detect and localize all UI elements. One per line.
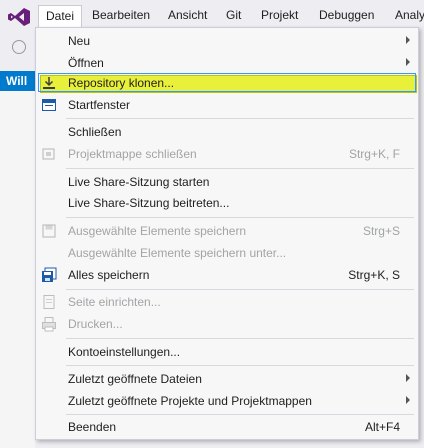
menu-item-label: Ausgewählte Elemente speichern (68, 224, 247, 238)
menu-item-label: Live Share-Sitzung starten (68, 175, 210, 189)
menu-item-auswahl-speichern[interactable]: Ausgewählte Elemente speichern Strg+S (36, 220, 418, 242)
menu-item-label: Neu (68, 34, 91, 48)
menu-item-label: Kontoeinstellungen... (68, 345, 181, 359)
menu-item-projektmappe-schliessen[interactable]: Projektmappe schließen Strg+K, F (36, 143, 418, 165)
menu-separator (66, 118, 414, 119)
save-all-icon (42, 267, 57, 282)
menu-item-beenden[interactable]: Beenden Alt+F4 (36, 416, 418, 438)
menu-git[interactable]: Git (219, 5, 248, 26)
submenu-arrow-icon (406, 58, 410, 66)
menu-item-repository-klonen[interactable]: Repository klonen... (36, 72, 418, 94)
menu-item-drucken[interactable]: Drucken... (36, 313, 418, 335)
print-icon (42, 317, 56, 332)
menu-item-seite-einrichten[interactable]: Seite einrichten... (36, 291, 418, 313)
submenu-arrow-icon (406, 396, 410, 404)
menu-item-label: Beenden (68, 420, 117, 434)
menu-item-zuletzt-projekte[interactable]: Zuletzt geöffnete Projekte und Projektma… (36, 390, 418, 412)
menu-separator (66, 168, 414, 169)
page-setup-icon (43, 295, 55, 309)
menu-item-label: Öffnen (68, 56, 104, 70)
start-window-icon (42, 99, 56, 111)
menu-item-label: Zuletzt geöffnete Projekte und Projektma… (68, 394, 312, 408)
menu-item-label: Seite einrichten... (68, 295, 161, 309)
back-navigation-icon[interactable] (12, 40, 26, 54)
menu-item-shortcut: Alt+F4 (364, 420, 400, 434)
menu-item-kontoeinstellungen[interactable]: Kontoeinstellungen... (36, 341, 418, 363)
menu-item-alles-speichern[interactable]: Alles speichern Strg+K, S (36, 264, 418, 286)
menu-separator (66, 289, 414, 290)
close-solution-icon (42, 148, 55, 160)
menu-item-label: Schließen (68, 125, 122, 139)
menu-ansicht[interactable]: Ansicht (161, 5, 214, 26)
menu-item-label: Projektmappe schließen (68, 147, 197, 161)
menu-item-live-share-beitreten[interactable]: Live Share-Sitzung beitreten... (36, 192, 418, 214)
menu-debuggen[interactable]: Debuggen (312, 5, 381, 26)
menu-projekt[interactable]: Projekt (254, 5, 305, 26)
menu-item-startfenster[interactable]: Startfenster (36, 94, 418, 116)
submenu-arrow-icon (406, 374, 410, 382)
menu-item-auswahl-speichern-unter[interactable]: Ausgewählte Elemente speichern unter... (36, 242, 418, 264)
background-panel (0, 91, 35, 448)
visual-studio-logo-icon[interactable] (8, 8, 30, 26)
menu-bearbeiten[interactable]: Bearbeiten (85, 5, 157, 26)
menu-item-shortcut: Strg+S (362, 224, 400, 238)
start-window-tab[interactable]: Will (0, 71, 35, 91)
menu-item-zuletzt-dateien[interactable]: Zuletzt geöffnete Dateien (36, 368, 418, 390)
menu-item-label: Drucken... (68, 317, 123, 331)
menu-separator (66, 365, 414, 366)
menu-analysieren[interactable]: Analy (388, 5, 424, 26)
submenu-arrow-icon (406, 36, 410, 44)
menu-item-label: Live Share-Sitzung beitreten... (68, 196, 230, 210)
menu-item-label: Repository klonen... (68, 76, 175, 90)
menu-separator (66, 217, 414, 218)
menu-item-oeffnen[interactable]: Öffnen (36, 52, 418, 74)
menu-item-label: Ausgewählte Elemente speichern unter... (68, 246, 287, 260)
menu-item-label: Startfenster (68, 98, 131, 112)
save-icon (42, 224, 56, 238)
menu-separator (66, 414, 414, 415)
menu-item-shortcut: Strg+K, S (348, 268, 400, 282)
file-menu-dropdown: Neu Öffnen Repository klonen... Startfen… (35, 27, 419, 440)
toolbar-fragment (0, 31, 35, 71)
menu-item-live-share-starten[interactable]: Live Share-Sitzung starten (36, 171, 418, 193)
menu-item-label: Alles speichern (68, 268, 150, 282)
menu-item-label: Zuletzt geöffnete Dateien (68, 372, 202, 386)
menu-item-schliessen[interactable]: Schließen (36, 121, 418, 143)
menu-separator (66, 338, 414, 339)
clone-repository-icon (43, 77, 55, 89)
menu-item-shortcut: Strg+K, F (348, 147, 400, 161)
menu-item-neu[interactable]: Neu (36, 30, 418, 52)
